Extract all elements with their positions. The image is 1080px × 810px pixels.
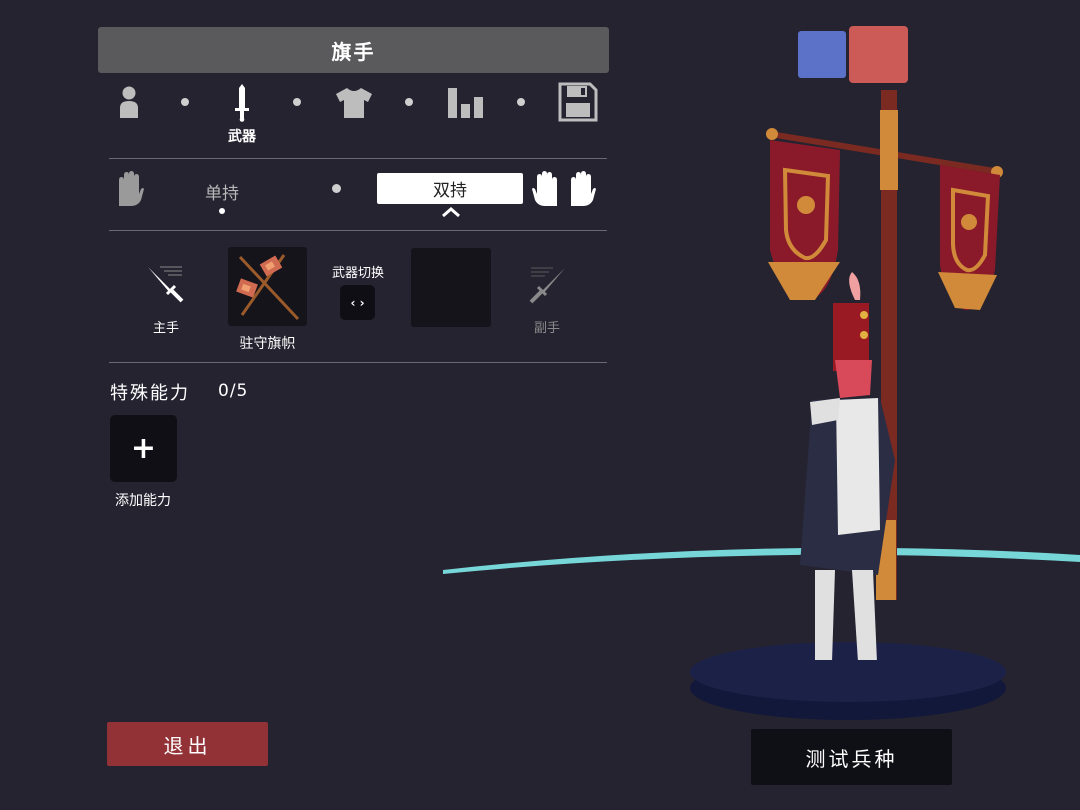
unit-preview-scene[interactable] xyxy=(443,0,1080,810)
main-weapon-name: 驻守旗帜 xyxy=(239,336,296,352)
abilities-title: 特殊能力 xyxy=(110,383,190,404)
tab-separator-dot xyxy=(405,98,413,106)
tab-weapons-label: 武器 xyxy=(228,129,256,145)
main-weapon-slot[interactable] xyxy=(228,247,307,326)
weapon-swap-button[interactable]: ‹ › xyxy=(340,285,375,320)
main-hand-label: 主手 xyxy=(152,321,179,336)
grip-single-indicator-dot xyxy=(219,208,225,214)
team-red-swatch[interactable] xyxy=(849,26,908,83)
sword-icon xyxy=(235,84,249,122)
pedestal-top xyxy=(690,642,1006,702)
add-ability-button[interactable]: + xyxy=(110,415,177,482)
weapon-swap-label: 武器切换 xyxy=(331,266,384,281)
test-unit-button[interactable]: 测试兵种 xyxy=(751,729,952,785)
grip-single-option[interactable]: 单持 xyxy=(205,179,239,204)
tab-appearance[interactable] xyxy=(117,84,141,120)
main-hand-sword-icon[interactable] xyxy=(146,265,186,305)
tab-clothing[interactable] xyxy=(334,86,374,120)
tab-separator-dot xyxy=(293,98,301,106)
standard-bearer-unit xyxy=(766,90,1003,672)
single-hand-icon xyxy=(119,171,144,206)
team-blue-swatch[interactable] xyxy=(798,31,846,78)
ground-ring-arc xyxy=(443,547,1080,574)
banner-weapon-icon xyxy=(236,254,300,321)
tab-weapons[interactable]: 武器 xyxy=(222,82,262,146)
grip-separator-dot xyxy=(332,184,341,193)
person-icon xyxy=(120,86,138,118)
add-ability-label: 添加能力 xyxy=(115,493,171,509)
exit-button[interactable]: 退出 xyxy=(107,722,268,766)
shirt-icon xyxy=(336,88,372,118)
tab-separator-dot xyxy=(181,98,189,106)
abilities-count: 0/5 xyxy=(218,381,249,401)
